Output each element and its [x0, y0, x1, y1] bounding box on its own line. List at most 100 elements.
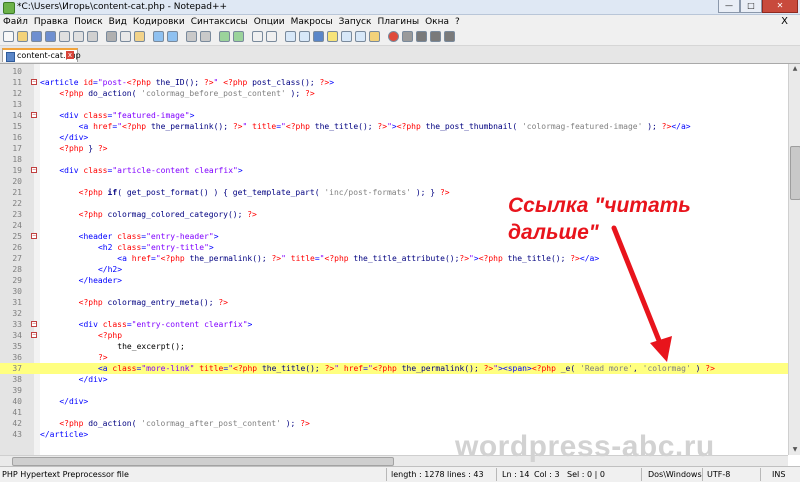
- code-line[interactable]: 30: [0, 286, 788, 297]
- status-bar: PHP Hypertext Preprocessor file length :…: [0, 466, 800, 482]
- code-line[interactable]: 16 </div>: [0, 132, 788, 143]
- paste-icon[interactable]: [134, 31, 145, 42]
- find-icon[interactable]: [186, 31, 197, 42]
- fold-toggle-icon[interactable]: −: [31, 233, 37, 239]
- window-controls: — □ ✕: [718, 0, 798, 13]
- sync-h-icon[interactable]: [266, 31, 277, 42]
- line-number: 42: [12, 419, 22, 428]
- code-line[interactable]: 34 − <?php: [0, 330, 788, 341]
- menu-item-2[interactable]: Поиск: [74, 17, 103, 27]
- menu-item-3[interactable]: Вид: [109, 17, 127, 27]
- code-line[interactable]: 28 </h2>: [0, 264, 788, 275]
- line-number: 33: [12, 320, 22, 329]
- menu-item-9[interactable]: Плагины: [377, 17, 419, 27]
- code-line[interactable]: 36 ?>: [0, 352, 788, 363]
- code-editor[interactable]: 10 11− <article id="post-<?php the_ID(); ?…: [0, 64, 788, 455]
- doc-map-icon[interactable]: [341, 31, 352, 42]
- code-line[interactable]: 42 <?php do_action( 'colormag_after_post…: [0, 418, 788, 429]
- new-file-icon[interactable]: [3, 31, 14, 42]
- cut-icon[interactable]: [106, 31, 117, 42]
- code-line[interactable]: 14 − <div class="featured-image">: [0, 110, 788, 121]
- fold-toggle-icon[interactable]: −: [31, 321, 37, 327]
- redo-icon[interactable]: [167, 31, 178, 42]
- play-macro-icon[interactable]: [416, 31, 427, 42]
- zoom-out-icon[interactable]: [233, 31, 244, 42]
- record-macro-icon[interactable]: [388, 31, 399, 42]
- close-all-icon[interactable]: [73, 31, 84, 42]
- notepadpp-app-icon: [3, 2, 15, 14]
- menu-item-11[interactable]: ?: [455, 17, 460, 27]
- lang-icon[interactable]: [327, 31, 338, 42]
- code-text: <a class="more-link" title="<?php the_ti…: [97, 364, 715, 373]
- print-icon[interactable]: [87, 31, 98, 42]
- undo-icon[interactable]: [153, 31, 164, 42]
- line-number: 24: [12, 221, 22, 230]
- code-line[interactable]: 41: [0, 407, 788, 418]
- line-number: 12: [12, 89, 22, 98]
- code-text: <?php } ?>: [59, 144, 108, 153]
- sync-v-icon[interactable]: [252, 31, 263, 42]
- copy-icon[interactable]: [120, 31, 131, 42]
- scroll-up-icon[interactable]: ▲: [789, 64, 800, 74]
- code-line[interactable]: 32: [0, 308, 788, 319]
- code-line[interactable]: 39: [0, 385, 788, 396]
- code-line[interactable]: 33 − <div class="entry-content clearfix">: [0, 319, 788, 330]
- indent-guide-icon[interactable]: [299, 31, 310, 42]
- tab-content-cat[interactable]: content-cat.php x: [2, 48, 81, 62]
- code-line[interactable]: 13: [0, 99, 788, 110]
- zoom-in-icon[interactable]: [219, 31, 230, 42]
- menu-item-0[interactable]: Файл: [3, 17, 28, 27]
- folder-workspace-icon[interactable]: [369, 31, 380, 42]
- horizontal-scroll-thumb[interactable]: [12, 457, 394, 466]
- stop-macro-icon[interactable]: [402, 31, 413, 42]
- code-line[interactable]: 38 </div>: [0, 374, 788, 385]
- close-icon[interactable]: [59, 31, 70, 42]
- code-line[interactable]: 31 <?php colormag_entry_meta(); ?>: [0, 297, 788, 308]
- save-macro-icon[interactable]: [444, 31, 455, 42]
- menu-item-1[interactable]: Правка: [34, 17, 68, 27]
- code-line[interactable]: 12 <?php do_action( 'colormag_before_pos…: [0, 88, 788, 99]
- replace-icon[interactable]: [200, 31, 211, 42]
- function-list-icon[interactable]: [355, 31, 366, 42]
- code-line[interactable]: 27 <a href="<?php the_permalink(); ?>" t…: [0, 253, 788, 264]
- close-window-button[interactable]: ✕: [762, 0, 798, 13]
- wrap-icon[interactable]: [285, 31, 296, 42]
- menu-item-10[interactable]: Окна: [425, 17, 449, 27]
- code-line[interactable]: 10: [0, 66, 788, 77]
- status-eol: Dos\Windows: [648, 470, 702, 479]
- save-icon[interactable]: [31, 31, 42, 42]
- maximize-button[interactable]: □: [740, 0, 762, 13]
- save-all-icon[interactable]: [45, 31, 56, 42]
- open-folder-icon[interactable]: [17, 31, 28, 42]
- line-number: 14: [12, 111, 22, 120]
- code-line[interactable]: 37 <a class="more-link" title="<?php the…: [0, 363, 788, 374]
- code-line[interactable]: 35 the_excerpt();: [0, 341, 788, 352]
- code-line[interactable]: 20: [0, 176, 788, 187]
- fold-toggle-icon[interactable]: −: [31, 79, 37, 85]
- code-line[interactable]: 19 − <div class="article-content clearfix…: [0, 165, 788, 176]
- fold-toggle-icon[interactable]: −: [31, 332, 37, 338]
- menu-item-7[interactable]: Макросы: [291, 17, 333, 27]
- vertical-scrollbar[interactable]: ▲ ▼: [788, 64, 800, 455]
- scroll-down-icon[interactable]: ▼: [789, 445, 800, 455]
- minimize-button[interactable]: —: [718, 0, 740, 13]
- show-all-icon[interactable]: [313, 31, 324, 42]
- code-line[interactable]: 18: [0, 154, 788, 165]
- menu-item-4[interactable]: Кодировки: [133, 17, 185, 27]
- code-line[interactable]: 11 − <article id="post-<?php the_ID(); ?>"…: [0, 77, 788, 88]
- tab-close-icon[interactable]: x: [66, 51, 74, 59]
- menu-item-8[interactable]: Запуск: [339, 17, 372, 27]
- code-text: <div class="article-content clearfix">: [59, 166, 243, 175]
- run-macro-multiple-icon[interactable]: [430, 31, 441, 42]
- close-document-icon[interactable]: X: [781, 16, 788, 27]
- menu-item-5[interactable]: Синтаксисы: [191, 17, 248, 27]
- vertical-scroll-thumb[interactable]: [790, 146, 800, 200]
- code-line[interactable]: 29 </header>: [0, 275, 788, 286]
- code-line[interactable]: 17 <?php } ?>: [0, 143, 788, 154]
- fold-toggle-icon[interactable]: −: [31, 112, 37, 118]
- menu-item-6[interactable]: Опции: [254, 17, 285, 27]
- line-number: 21: [12, 188, 22, 197]
- code-line[interactable]: 15 <a href="<?php the_permalink(); ?>" t…: [0, 121, 788, 132]
- code-line[interactable]: 40 </div>: [0, 396, 788, 407]
- fold-toggle-icon[interactable]: −: [31, 167, 37, 173]
